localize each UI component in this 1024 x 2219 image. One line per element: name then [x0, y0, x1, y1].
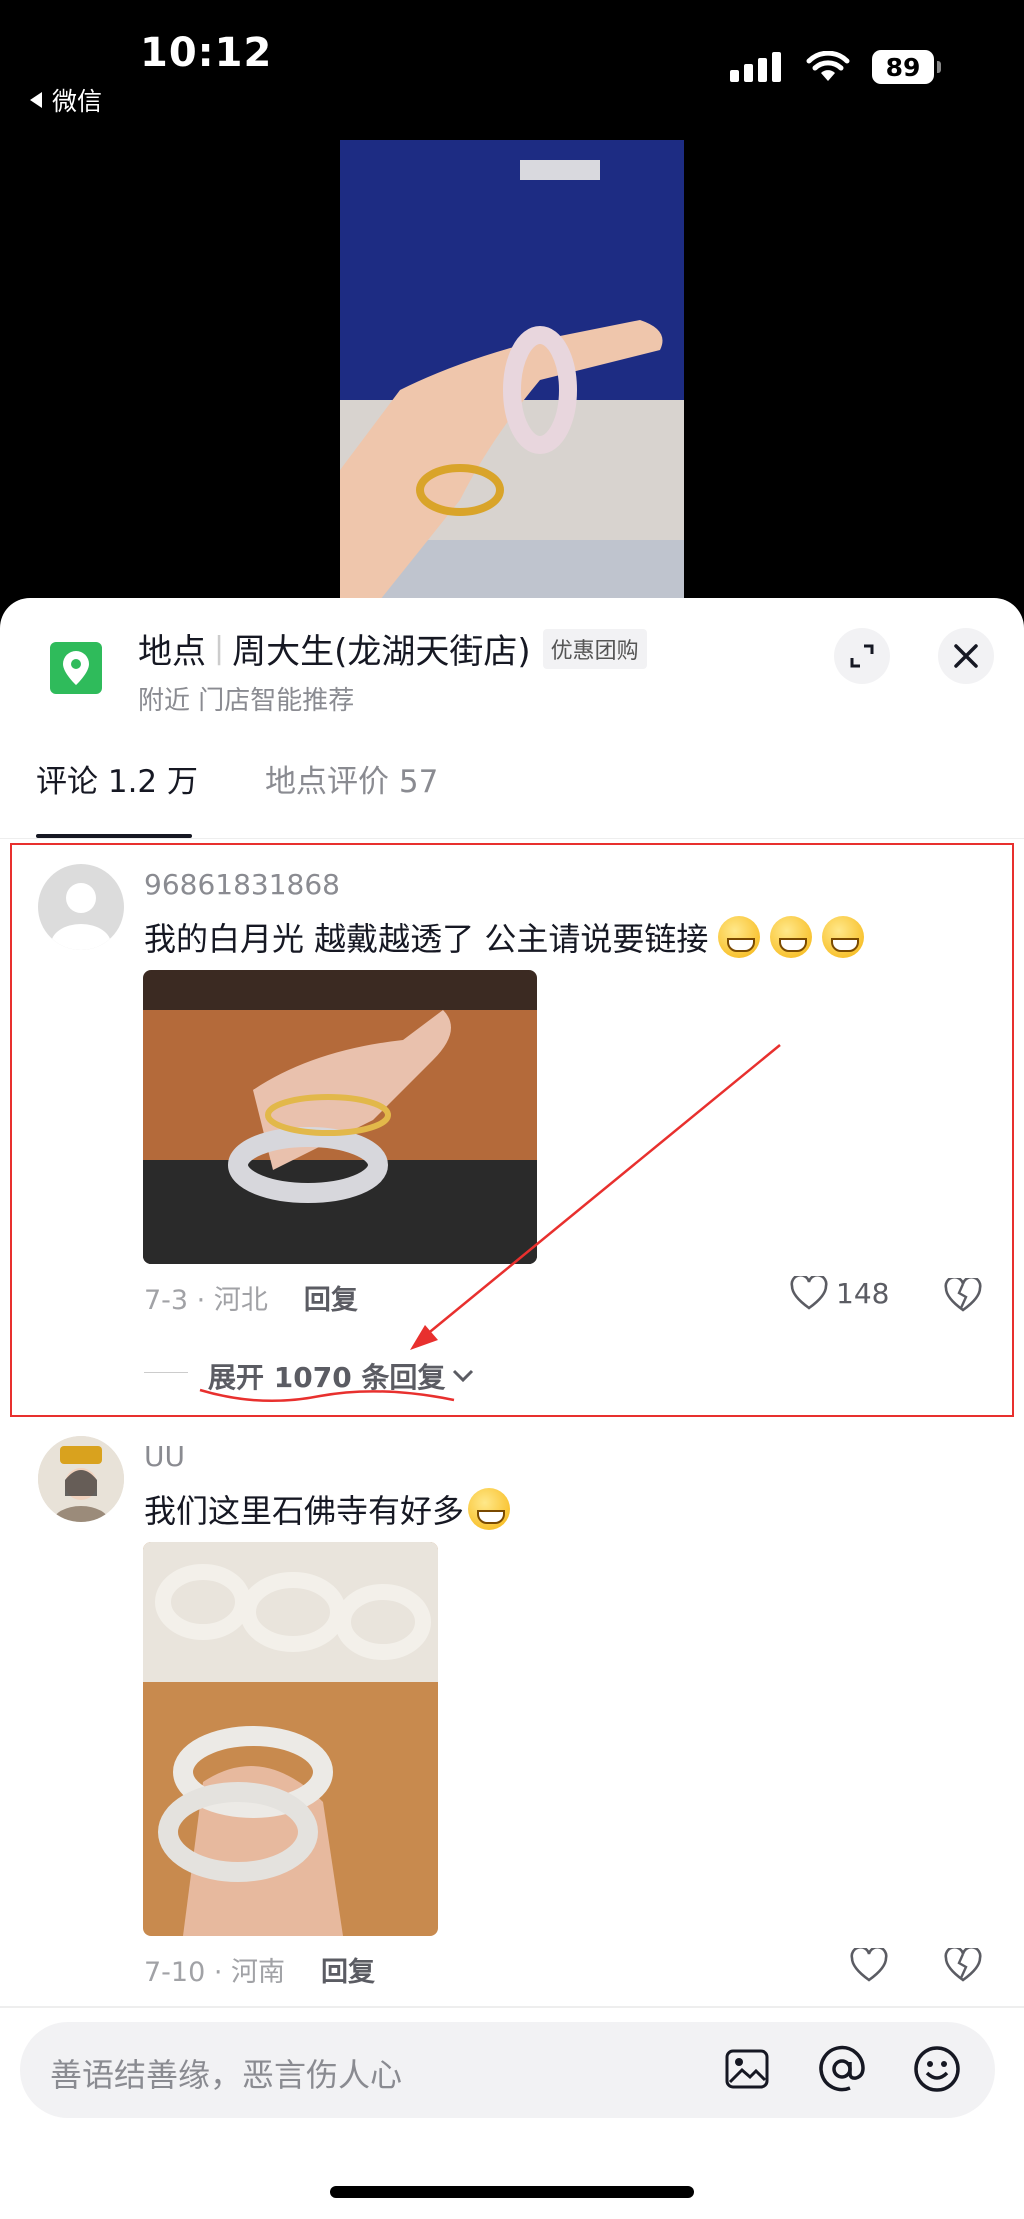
comment-meta: 7-10 · 河南 回复: [144, 1950, 375, 1989]
dislike-icon: [944, 1945, 982, 1982]
comment-text: 我们这里石佛寺有好多: [144, 1486, 511, 1532]
image-button[interactable]: [724, 2046, 770, 2096]
dislike-button[interactable]: [944, 1945, 982, 1986]
bangles-photo: [143, 1542, 438, 1936]
comment-input-placeholder: 善语结善缘，恶言伤人心: [50, 2056, 403, 2094]
avatar[interactable]: [38, 1436, 124, 1522]
grin-emoji-icon: [468, 1488, 511, 1530]
comment-username[interactable]: UU: [144, 1440, 185, 1473]
emoji-button[interactable]: [912, 2044, 962, 2098]
mention-button[interactable]: [817, 2044, 867, 2098]
reply-button[interactable]: 回复: [321, 1950, 375, 1989]
heart-icon: [850, 1945, 888, 1982]
comment-body: 我们这里石佛寺有好多: [144, 1492, 465, 1530]
home-indicator: [330, 2186, 694, 2198]
at-icon: [819, 2045, 865, 2092]
comment-image[interactable]: [143, 1542, 438, 1936]
user-avatar-photo: [38, 1436, 124, 1522]
input-divider: [0, 2006, 1024, 2008]
image-icon: [725, 2049, 769, 2089]
comment-date-region: 7-10 · 河南: [144, 1957, 286, 1988]
emoji-icon: [914, 2046, 960, 2092]
annotation-overlay: [199, 1044, 781, 1403]
like-button[interactable]: [850, 1945, 888, 1986]
